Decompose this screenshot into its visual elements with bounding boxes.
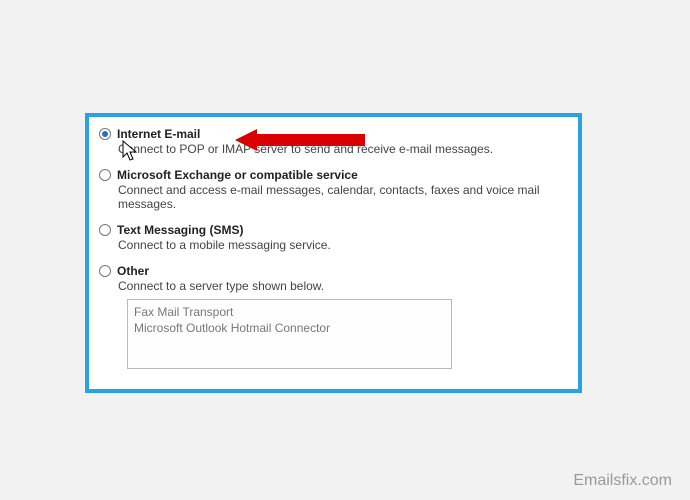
desc-exchange: Connect and access e-mail messages, cale… (118, 183, 560, 211)
watermark-text: Emailsfix.com (573, 472, 672, 490)
label-exchange[interactable]: Microsoft Exchange or compatible service (117, 168, 358, 182)
list-item[interactable]: Fax Mail Transport (134, 304, 445, 320)
label-other[interactable]: Other (117, 264, 149, 278)
service-type-dialog: Internet E-mail Connect to POP or IMAP s… (85, 113, 582, 393)
option-other: Other Connect to a server type shown bel… (99, 264, 560, 369)
radio-exchange[interactable] (99, 169, 111, 181)
other-server-list[interactable]: Fax Mail Transport Microsoft Outlook Hot… (127, 299, 452, 369)
label-internet-email[interactable]: Internet E-mail (117, 127, 200, 141)
radio-sms[interactable] (99, 224, 111, 236)
option-exchange: Microsoft Exchange or compatible service… (99, 168, 560, 211)
radio-internet-email[interactable] (99, 128, 111, 140)
desc-other: Connect to a server type shown below. (118, 279, 560, 293)
radio-other[interactable] (99, 265, 111, 277)
desc-internet-email: Connect to POP or IMAP server to send an… (118, 142, 560, 156)
label-sms[interactable]: Text Messaging (SMS) (117, 223, 243, 237)
option-internet-email: Internet E-mail Connect to POP or IMAP s… (99, 127, 560, 156)
desc-sms: Connect to a mobile messaging service. (118, 238, 560, 252)
list-item[interactable]: Microsoft Outlook Hotmail Connector (134, 320, 445, 336)
option-sms: Text Messaging (SMS) Connect to a mobile… (99, 223, 560, 252)
